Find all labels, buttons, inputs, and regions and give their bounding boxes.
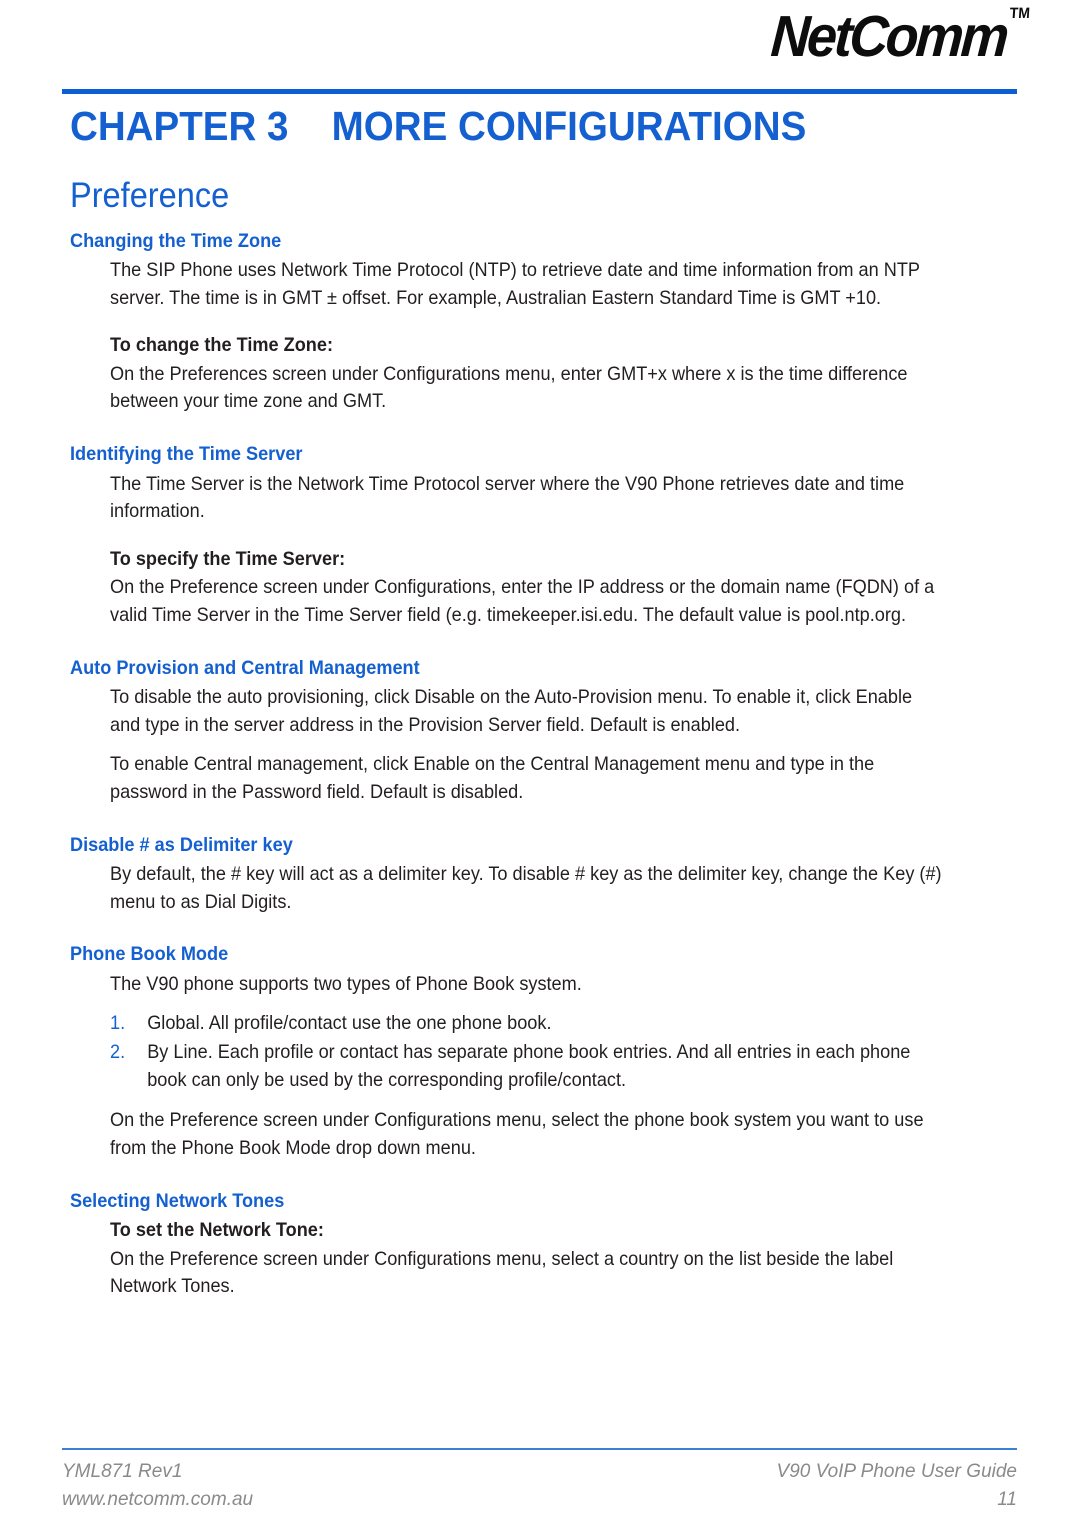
para-central-management: To enable Central management, click Enab… [110,753,875,803]
para-network-tones-steps: On the Preference screen under Configura… [110,1247,894,1298]
footer-guide-title: V90 VoIP Phone User Guide [776,1461,1017,1482]
chapter-title: CHAPTER 3 MORE CONFIGURATIONS [70,103,807,150]
footer-right-block: V90 VoIP Phone User Guide 11 [777,1458,1017,1513]
document-page: NetCommTM CHAPTER 3 MORE CONFIGURATIONS P… [0,0,1080,1527]
list-item: 2. By Line. Each profile or contact has s… [110,1039,947,1094]
footer-website[interactable]: www.netcomm.com.au [62,1486,253,1514]
heading-disable-hash-as-delimiter-key: Disable # as Delimiter key [70,833,293,856]
heading-auto-provision-and-central-management: Auto Provision and Central Management [70,656,420,679]
para-time-server-intro: The Time Server is the Network Time Prot… [110,472,905,523]
subheading-to-specify-the-time-server: To specify the Time Server: [110,547,346,570]
footer-left-block: YML871 Rev1 www.netcomm.com.au [62,1458,253,1513]
list-marker: 2. [110,1041,126,1064]
list-item-text: Global. All profile/contact use the one … [147,1012,552,1035]
para-time-server-steps: On the Preference screen under Configura… [110,576,935,626]
header-divider-rule [62,89,1017,94]
footer-divider-rule [62,1448,1017,1450]
heading-identifying-the-time-server: Identifying the Time Server [70,443,303,466]
para-time-zone-steps: On the Preferences screen under Configur… [110,362,908,413]
page-header: NetCommTM [0,0,1080,95]
heading-changing-the-time-zone: Changing the Time Zone [70,229,282,252]
section-title-preference: Preference [70,176,230,215]
heading-selecting-network-tones: Selecting Network Tones [70,1189,285,1212]
para-phone-book-steps: On the Preference screen under Configura… [110,1109,924,1160]
subheading-to-set-the-network-tone: To set the Network Tone: [110,1219,324,1242]
list-item-text: By Line. Each profile or contact has sep… [147,1041,911,1091]
para-delimiter-key: By default, the # key will act as a deli… [110,863,942,913]
netcomm-logo: NetCommTM [769,4,1031,69]
footer-doc-code: YML871 Rev1 [62,1461,183,1482]
chapter-heading-text: MORE CONFIGURATIONS [331,103,807,149]
para-phone-book-intro: The V90 phone supports two types of Phon… [110,972,582,995]
phone-book-mode-list: 1. Global. All profile/contact use the on… [110,1010,947,1094]
page-content: Preference Changing the Time Zone The SI… [0,176,1080,1301]
para-time-zone-intro: The SIP Phone uses Network Time Protocol… [110,259,920,309]
heading-phone-book-mode: Phone Book Mode [70,943,229,966]
list-marker: 1. [110,1012,126,1035]
list-item: 1. Global. All profile/contact use the on… [110,1010,947,1038]
trademark-symbol: TM [1009,4,1031,22]
logo-wordmark: NetComm [769,4,1009,69]
footer-page-number: 11 [997,1488,1017,1510]
para-auto-provision: To disable the auto provisioning, click … [110,685,913,736]
chapter-number: CHAPTER 3 [70,103,289,149]
subheading-to-change-the-time-zone: To change the Time Zone: [110,334,334,357]
